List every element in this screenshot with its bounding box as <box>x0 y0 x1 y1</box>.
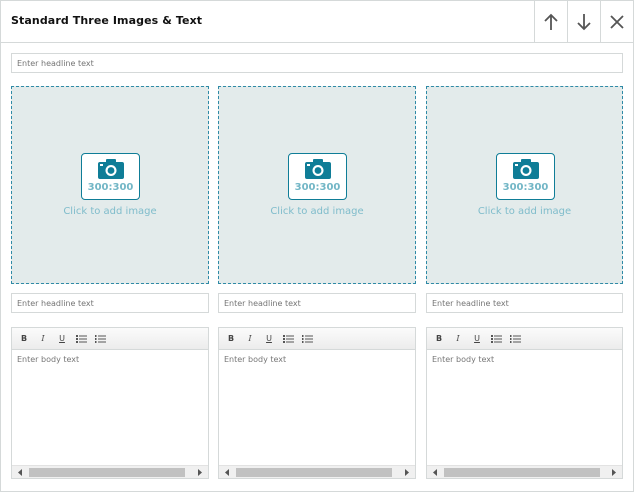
underline-button[interactable]: U <box>55 333 69 345</box>
editor-toolbar: B I U <box>12 328 208 350</box>
numbered-list-button[interactable] <box>508 333 522 345</box>
standard-three-images-text-module: Standard Three Images & Text Enter headl… <box>0 0 634 492</box>
module-title: Standard Three Images & Text <box>11 14 203 27</box>
bold-button[interactable]: B <box>432 333 446 345</box>
arrow-down-icon <box>577 13 591 30</box>
underline-button[interactable]: U <box>470 333 484 345</box>
bulleted-list-button[interactable] <box>74 333 88 345</box>
camera-icon <box>98 159 124 179</box>
image-upload-2[interactable]: 300:300 Click to add image <box>218 86 416 284</box>
camera-icon <box>513 159 539 179</box>
scroll-right-icon[interactable] <box>609 468 619 477</box>
italic-button[interactable]: I <box>36 333 50 345</box>
editor-toolbar: B I U <box>427 328 622 350</box>
horizontal-scrollbar[interactable] <box>219 465 415 478</box>
close-button[interactable] <box>600 1 633 42</box>
image-upload-1[interactable]: 300:300 Click to add image <box>11 86 209 284</box>
scroll-left-icon[interactable] <box>15 468 25 477</box>
numbered-list-button[interactable] <box>93 333 107 345</box>
underline-button[interactable]: U <box>262 333 276 345</box>
scroll-left-icon[interactable] <box>430 468 440 477</box>
image-ratio: 300:300 <box>502 182 549 193</box>
body-placeholder[interactable]: Enter body text <box>17 355 79 364</box>
close-icon <box>610 14 624 29</box>
numbered-list-icon <box>509 335 521 343</box>
module-header: Standard Three Images & Text <box>1 1 633 43</box>
body-placeholder[interactable]: Enter body text <box>432 355 494 364</box>
add-image-label: Click to add image <box>270 206 364 217</box>
body-placeholder[interactable]: Enter body text <box>224 355 286 364</box>
italic-button[interactable]: I <box>451 333 465 345</box>
bulleted-list-icon <box>490 335 502 343</box>
numbered-list-icon <box>301 335 313 343</box>
add-image-label: Click to add image <box>477 206 572 217</box>
scrollbar-thumb[interactable] <box>29 468 185 477</box>
camera-badge: 300:300 <box>288 153 347 200</box>
horizontal-scrollbar[interactable] <box>12 465 208 478</box>
horizontal-scrollbar[interactable] <box>427 465 622 478</box>
bulleted-list-icon <box>282 335 294 343</box>
scroll-left-icon[interactable] <box>222 468 232 477</box>
arrow-up-icon <box>544 13 558 30</box>
scroll-right-icon[interactable] <box>402 468 412 477</box>
column-1-body-editor: B I U Enter body text <box>11 327 209 479</box>
column-3-body-editor: B I U Enter body text <box>426 327 623 479</box>
camera-badge: 300:300 <box>496 153 555 200</box>
bold-button[interactable]: B <box>17 333 31 345</box>
move-up-button[interactable] <box>534 1 567 42</box>
camera-badge: 300:300 <box>81 153 140 200</box>
scrollbar-thumb[interactable] <box>444 468 600 477</box>
bulleted-list-button[interactable] <box>489 333 503 345</box>
move-down-button[interactable] <box>567 1 600 42</box>
column-3-headline-input[interactable] <box>426 293 623 313</box>
editor-toolbar: B I U <box>219 328 415 350</box>
numbered-list-button[interactable] <box>300 333 314 345</box>
column-2-body-editor: B I U Enter body text <box>218 327 416 479</box>
italic-button[interactable]: I <box>243 333 257 345</box>
scrollbar-thumb[interactable] <box>236 468 392 477</box>
column-1-headline-input[interactable] <box>11 293 209 313</box>
scroll-right-icon[interactable] <box>195 468 205 477</box>
image-ratio: 300:300 <box>294 182 341 193</box>
bulleted-list-icon <box>75 335 87 343</box>
column-2-headline-input[interactable] <box>218 293 416 313</box>
numbered-list-icon <box>94 335 106 343</box>
bold-button[interactable]: B <box>224 333 238 345</box>
image-upload-3[interactable]: 300:300 Click to add image <box>426 86 623 284</box>
add-image-label: Click to add image <box>63 206 157 217</box>
camera-icon <box>305 159 331 179</box>
bulleted-list-button[interactable] <box>281 333 295 345</box>
module-headline-input[interactable] <box>11 53 623 73</box>
image-ratio: 300:300 <box>87 182 134 193</box>
